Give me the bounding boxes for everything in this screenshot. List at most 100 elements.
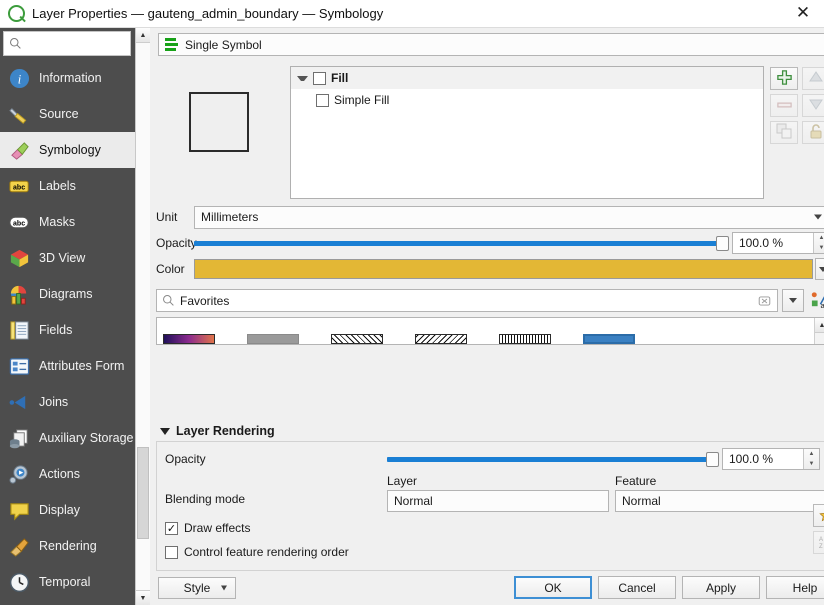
feature-blend-caption: Feature xyxy=(615,474,657,488)
expand-triangle-icon[interactable] xyxy=(297,75,308,81)
add-symbol-layer-button[interactable] xyxy=(770,67,798,90)
symbol-layer-toolbar xyxy=(770,66,824,199)
style-button[interactable]: Style xyxy=(158,576,236,599)
spin-up-icon[interactable]: ▲ xyxy=(814,233,824,243)
sidebar-item-label: Attributes Form xyxy=(39,359,125,373)
diagrams-chart-icon xyxy=(8,283,30,305)
sidebar-item-labels[interactable]: abc Labels xyxy=(0,168,135,204)
unit-combo[interactable]: Millimeters xyxy=(194,205,824,229)
symbol-gallery-items xyxy=(157,318,814,344)
color-dropdown-button[interactable] xyxy=(815,258,824,280)
sidebar-item-actions[interactable]: Actions xyxy=(0,456,135,492)
chevron-down-icon xyxy=(221,585,227,590)
cancel-button[interactable]: Cancel xyxy=(598,576,676,599)
sidebar-item-temporal[interactable]: Temporal xyxy=(0,564,135,600)
sidebar-item-joins[interactable]: Joins xyxy=(0,384,135,420)
scroll-up-icon[interactable]: ▲ xyxy=(136,28,150,43)
sidebar-scroll-track[interactable] xyxy=(136,43,150,590)
clear-icon[interactable] xyxy=(758,294,771,307)
sidebar-item-information[interactable]: i Information xyxy=(0,60,135,96)
spinner-buttons[interactable]: ▲ ▼ xyxy=(813,233,824,253)
sidebar-search-input[interactable] xyxy=(26,36,125,51)
draw-effects-checkbox[interactable]: ✓ xyxy=(165,521,178,535)
layer-rendering-side-buttons: A Z xyxy=(813,504,824,554)
style-manager-icon: a xyxy=(811,292,824,310)
sidebar-item-diagrams[interactable]: Diagrams xyxy=(0,276,135,312)
spin-up-icon[interactable]: ▲ xyxy=(804,449,819,459)
slider-filled xyxy=(194,240,722,246)
feature-blend-combo[interactable]: Normal xyxy=(615,490,824,512)
spin-down-icon[interactable]: ▼ xyxy=(804,459,819,469)
slider-handle[interactable] xyxy=(716,235,729,251)
sidebar-item-rendering[interactable]: Rendering xyxy=(0,528,135,564)
color-swatch[interactable] xyxy=(194,259,813,279)
sidebar-item-symbology[interactable]: Symbology xyxy=(0,132,135,168)
sidebar: i Information Source Symbology abc Labels abc M… xyxy=(0,28,135,605)
style-manager-button[interactable]: a xyxy=(808,289,824,312)
unit-row: Unit Millimeters xyxy=(156,205,824,229)
control-order-row[interactable]: Control feature rendering order xyxy=(165,540,824,564)
draw-effects-row[interactable]: ✓ Draw effects xyxy=(165,516,824,540)
sidebar-item-masks[interactable]: abc Masks xyxy=(0,204,135,240)
renderer-type-combo[interactable]: Single Symbol xyxy=(158,33,824,56)
sidebar-scrollbar[interactable]: ▲ ▼ xyxy=(135,28,150,605)
apply-button[interactable]: Apply xyxy=(682,576,760,599)
ok-button[interactable]: OK xyxy=(514,576,592,599)
auxiliary-storage-icon xyxy=(8,427,30,449)
sidebar-item-auxiliary-storage[interactable]: Auxiliary Storage xyxy=(0,420,135,456)
move-up-button xyxy=(802,67,824,90)
spin-down-icon[interactable]: ▼ xyxy=(814,243,824,253)
symbol-layer-row[interactable]: Simple Fill xyxy=(291,89,763,111)
symbology-brush-icon xyxy=(8,139,30,161)
layer-rendering-header[interactable]: Layer Rendering xyxy=(150,418,824,441)
symbol-layer-tree[interactable]: Fill Simple Fill xyxy=(290,66,764,199)
close-icon[interactable]: ✕ xyxy=(790,3,816,25)
control-order-checkbox[interactable] xyxy=(165,545,178,559)
symbol-opacity-slider[interactable] xyxy=(194,234,729,252)
symbol-layer-label: Simple Fill xyxy=(334,93,390,107)
zigzag-swatch[interactable] xyxy=(499,334,551,344)
favorites-search[interactable]: Favorites xyxy=(156,289,778,312)
favorites-dropdown-button[interactable] xyxy=(782,289,804,312)
sidebar-item-attributes-form[interactable]: Attributes Form xyxy=(0,348,135,384)
sidebar-item-source[interactable]: Source xyxy=(0,96,135,132)
gray-fill-swatch[interactable] xyxy=(247,334,299,344)
slider-handle[interactable] xyxy=(706,451,719,467)
qgis-logo-icon xyxy=(8,5,25,22)
display-balloon-icon xyxy=(8,499,30,521)
scroll-up-icon[interactable]: ▲ xyxy=(815,318,824,333)
gradient-fill-swatch[interactable] xyxy=(163,334,215,344)
gallery-scrollbar[interactable]: ▲ xyxy=(814,318,824,344)
symbol-layer-label: Fill xyxy=(331,71,349,85)
symbol-layer-row[interactable]: Fill xyxy=(291,67,763,89)
sidebar-item-label: Symbology xyxy=(39,143,101,157)
sidebar-item-label: Source xyxy=(39,107,79,121)
sidebar-item-label: Fields xyxy=(39,323,73,337)
sidebar-scroll-thumb[interactable] xyxy=(137,447,149,539)
sidebar-item-label: Display xyxy=(39,503,80,517)
hatch-forward-swatch[interactable] xyxy=(331,334,383,344)
joins-icon xyxy=(8,391,30,413)
symbol-gallery[interactable]: ▲ xyxy=(156,317,824,345)
sidebar-item-3d-view[interactable]: 3D View xyxy=(0,240,135,276)
layer-blend-combo[interactable]: Normal xyxy=(387,490,609,512)
sidebar-search[interactable] xyxy=(3,31,131,56)
sidebar-item-fields[interactable]: Fields xyxy=(0,312,135,348)
help-button[interactable]: Help xyxy=(766,576,824,599)
layer-opacity-spinbox[interactable]: 100.0 % ▲ ▼ xyxy=(722,448,820,470)
symbol-opacity-spinbox[interactable]: 100.0 % ▲ ▼ xyxy=(732,232,824,254)
symbol-layer-checkbox[interactable] xyxy=(316,93,329,107)
sidebar-item-display[interactable]: Display xyxy=(0,492,135,528)
hatch-backward-swatch[interactable] xyxy=(415,334,467,344)
sort-order-icon: A Z xyxy=(819,537,823,550)
renderer-row: Single Symbol xyxy=(150,28,824,60)
symbol-layer-checkbox[interactable] xyxy=(313,71,326,85)
chevron-down-icon xyxy=(818,266,824,272)
star-effects-icon xyxy=(819,512,824,521)
minus-icon xyxy=(776,99,793,113)
blue-outline-swatch[interactable] xyxy=(583,334,635,344)
layer-opacity-slider[interactable] xyxy=(387,450,719,468)
spinner-buttons[interactable]: ▲ ▼ xyxy=(803,449,819,469)
scroll-down-icon[interactable]: ▼ xyxy=(136,590,150,605)
draw-effects-settings-button[interactable] xyxy=(813,504,824,527)
